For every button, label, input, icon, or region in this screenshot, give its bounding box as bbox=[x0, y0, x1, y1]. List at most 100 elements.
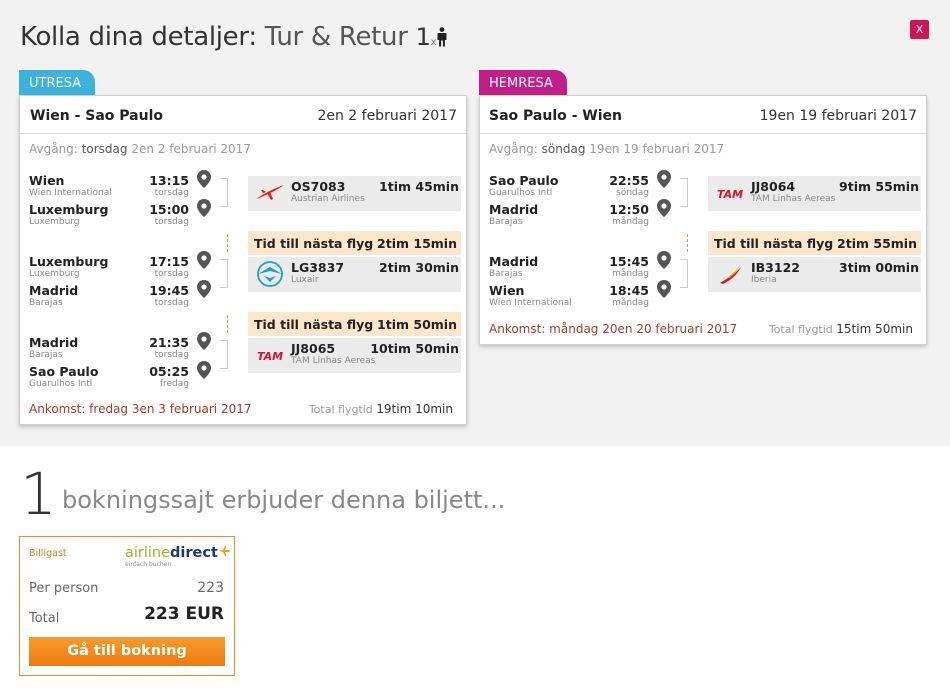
arrival-time: 05:25 bbox=[149, 364, 189, 379]
offer-count: 1 bbox=[20, 460, 57, 528]
layover-label: Tid till nästa flyg bbox=[254, 317, 374, 332]
tam-logo: TAM bbox=[253, 342, 287, 368]
departure-time: 21:35 bbox=[149, 335, 189, 350]
title-text: Kolla dina detaljer: bbox=[20, 22, 257, 52]
departure-airport: Luxemburg bbox=[29, 269, 80, 279]
flight-segment: Luxemburg Luxemburg 17:15 torsdag Madrid Bara… bbox=[20, 251, 468, 312]
map-pin-icon[interactable] bbox=[197, 170, 211, 188]
flight-duration: 3tim 00min bbox=[839, 260, 919, 275]
arrival-city: Madrid bbox=[489, 202, 539, 217]
segment-bracket bbox=[680, 259, 688, 288]
departure-time: 13:15 bbox=[149, 173, 189, 188]
flight-segment: Madrid Barajas 15:45 måndag Wien Wien Interna… bbox=[480, 251, 928, 312]
layover-connector bbox=[227, 315, 228, 333]
return-card: Sao Paulo - Wien 19en 19 februari 2017 A… bbox=[479, 95, 927, 345]
page-title: Kolla dina detaljer: Tur & Retur 1x bbox=[20, 22, 448, 52]
flight-info-box: TAM JJ8064 TAM Linhas Aereas 9tim 55min bbox=[708, 176, 921, 211]
flight-number: JJ8064 bbox=[751, 179, 796, 194]
offer-text: bokningssajt erbjuder denna biljett... bbox=[62, 486, 506, 514]
map-pin-icon[interactable] bbox=[197, 280, 211, 298]
segment-bracket bbox=[220, 259, 228, 288]
airlinedirect-logo[interactable]: airlinedirect bbox=[125, 545, 230, 561]
per-person-price: 223 bbox=[197, 580, 224, 596]
iberia-logo bbox=[713, 261, 747, 287]
flight-duration: 1tim 45min bbox=[379, 179, 459, 194]
departure-weekday: söndag bbox=[616, 188, 649, 198]
airline-name: Iberia bbox=[751, 275, 777, 285]
per-person-label: Per person bbox=[29, 581, 99, 596]
arrival-time: 18:45 bbox=[609, 283, 649, 298]
arrival-airport: Guarulhos Intl bbox=[29, 379, 93, 389]
arrival-city: Luxemburg bbox=[29, 202, 109, 217]
layover-duration: 1tim 50min bbox=[377, 317, 457, 332]
departure-weekday: torsdag bbox=[154, 269, 189, 279]
arrival-weekday: fredag bbox=[159, 379, 189, 389]
map-pin-icon[interactable] bbox=[657, 280, 671, 298]
departure-weekday: torsdag bbox=[154, 188, 189, 198]
airline-name: TAM Linhas Aereas bbox=[751, 194, 836, 204]
outbound-total-duration: Total flygtid 19tim 10min bbox=[308, 402, 453, 416]
page: { "header": { "title": "Kolla dina detal… bbox=[0, 0, 950, 695]
cheapest-badge: Billigast bbox=[29, 548, 67, 559]
arrival-city: Wien bbox=[489, 283, 525, 298]
flight-segment: Wien Wien International 13:15 torsdag Luxemb… bbox=[20, 170, 468, 231]
airline-name: Austrian Airlines bbox=[291, 194, 365, 204]
flight-number: IB3122 bbox=[751, 260, 800, 275]
departure-time: 22:55 bbox=[609, 173, 649, 188]
close-button[interactable]: X bbox=[910, 20, 929, 39]
flight-duration: 10tim 50min bbox=[370, 341, 459, 356]
return-tab: HEMRESA bbox=[479, 70, 567, 98]
departure-time: 17:15 bbox=[149, 254, 189, 269]
flight-info-box: IB3122 Iberia 3tim 00min bbox=[708, 257, 921, 292]
map-pin-icon[interactable] bbox=[197, 251, 211, 269]
flight-info-box: LG3837 Luxair 2tim 30min bbox=[248, 257, 461, 292]
map-pin-icon[interactable] bbox=[657, 170, 671, 188]
departure-airport: Barajas bbox=[29, 350, 63, 360]
departure-airport: Guarulhos Intl bbox=[489, 188, 553, 198]
brand-tagline: einfach buchen bbox=[125, 561, 172, 568]
map-pin-icon[interactable] bbox=[657, 251, 671, 269]
arrival-weekday: måndag bbox=[612, 217, 649, 227]
layover-box: Tid till nästa flyg 2tim 15min bbox=[248, 231, 461, 255]
outbound-arrival: Ankomst: fredag 3en 3 februari 2017 bbox=[29, 402, 252, 416]
arrival-time: 12:50 bbox=[609, 202, 649, 217]
departure-city: Sao Paulo bbox=[489, 173, 559, 188]
return-segments: Sao Paulo Guarulhos Intl 22:55 söndag Madrid… bbox=[480, 96, 928, 346]
arrival-weekday: torsdag bbox=[154, 217, 189, 227]
departure-weekday: torsdag bbox=[154, 350, 189, 360]
arrival-airport: Luxemburg bbox=[29, 217, 80, 227]
layover-label: Tid till nästa flyg bbox=[254, 236, 374, 251]
arrival-airport: Wien International bbox=[489, 298, 572, 308]
svg-text:TAM: TAM bbox=[717, 188, 743, 201]
departure-weekday: måndag bbox=[612, 269, 649, 279]
svg-text:TAM: TAM bbox=[257, 350, 283, 363]
austrian-logo bbox=[253, 180, 287, 206]
arrival-weekday: måndag bbox=[612, 298, 649, 308]
map-pin-icon[interactable] bbox=[197, 361, 211, 379]
luxair-logo bbox=[253, 261, 287, 287]
arrival-time: 19:45 bbox=[149, 283, 189, 298]
flight-number: JJ8065 bbox=[291, 341, 336, 356]
arrival-city: Madrid bbox=[29, 283, 79, 298]
plane-icon bbox=[217, 546, 230, 556]
arrival-city: Sao Paulo bbox=[29, 364, 99, 379]
departure-city: Madrid bbox=[29, 335, 79, 350]
layover-duration: 2tim 55min bbox=[837, 236, 917, 251]
layover-box: Tid till nästa flyg 2tim 55min bbox=[708, 231, 921, 255]
go-to-booking-button[interactable]: Gå till bokning bbox=[29, 637, 225, 666]
airline-name: TAM Linhas Aereas bbox=[291, 356, 376, 366]
layover-label: Tid till nästa flyg bbox=[714, 236, 834, 251]
arrival-airport: Barajas bbox=[489, 217, 523, 227]
arrival-weekday: torsdag bbox=[154, 298, 189, 308]
flight-info-box: OS7083 Austrian Airlines 1tim 45min bbox=[248, 176, 461, 211]
trip-type: Tur & Retur bbox=[264, 22, 408, 52]
outbound-card: Wien - Sao Paulo 2en 2 februari 2017 Avg… bbox=[19, 95, 467, 425]
map-pin-icon[interactable] bbox=[197, 332, 211, 350]
flight-duration: 2tim 30min bbox=[379, 260, 459, 275]
departure-city: Wien bbox=[29, 173, 65, 188]
map-pin-icon[interactable] bbox=[657, 199, 671, 217]
map-pin-icon[interactable] bbox=[197, 199, 211, 217]
outbound-tab: UTRESA bbox=[19, 70, 96, 98]
person-icon bbox=[437, 27, 447, 47]
return-arrival: Ankomst: måndag 20en 20 februari 2017 bbox=[489, 322, 738, 336]
